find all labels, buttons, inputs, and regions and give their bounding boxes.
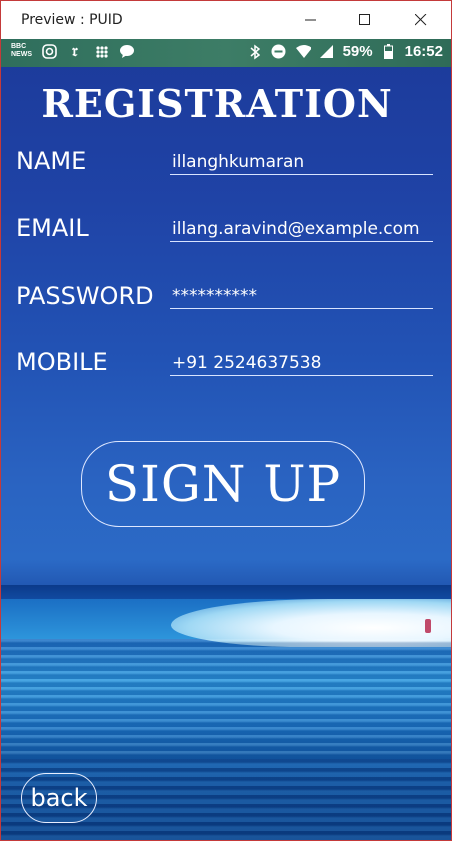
back-button[interactable]: back <box>21 773 97 823</box>
water-texture <box>1 639 451 759</box>
name-field[interactable]: illanghkumaran <box>170 149 433 175</box>
nyt-icon: 𝔯 <box>72 41 78 60</box>
window-title: Preview : PUID <box>21 12 123 28</box>
do-not-disturb-icon <box>271 44 287 60</box>
app-window: Preview : PUID BBC NEWS 𝔯 59% 16:52 REGI… <box>0 0 452 841</box>
bluetooth-icon <box>247 44 263 60</box>
mobile-field[interactable]: +91 2524637538 <box>170 350 433 376</box>
person-figure <box>425 619 431 633</box>
wifi-icon <box>295 44 311 60</box>
bbc-news-icon: BBC NEWS <box>11 43 32 58</box>
maximize-button[interactable] <box>337 1 393 39</box>
battery-icon <box>381 44 397 60</box>
instagram-icon <box>41 43 57 59</box>
maximize-icon <box>359 14 370 25</box>
name-label: NAME <box>16 147 87 175</box>
minimize-button[interactable] <box>283 1 339 39</box>
phone-status-bar: BBC NEWS 𝔯 59% 16:52 <box>1 39 451 67</box>
title-bar: Preview : PUID <box>1 1 451 39</box>
message-icon <box>119 43 135 59</box>
email-label: EMAIL <box>16 214 89 242</box>
password-label: PASSWORD <box>16 282 154 310</box>
app-screen: BBC NEWS 𝔯 59% 16:52 REGISTRATION NAME i… <box>1 39 451 840</box>
close-icon <box>415 14 427 26</box>
page-title: REGISTRATION <box>41 81 393 126</box>
sign-up-button[interactable]: SIGN UP <box>81 441 365 527</box>
mobile-label: MOBILE <box>16 348 108 376</box>
signal-icon <box>319 44 335 60</box>
sea-horizon <box>1 585 451 599</box>
email-field[interactable]: illang.aravind@example.com <box>170 216 433 242</box>
close-button[interactable] <box>393 1 449 39</box>
slack-icon <box>93 43 109 59</box>
battery-percent: 59% <box>342 43 373 60</box>
clock-time: 16:52 <box>404 43 443 60</box>
minimize-icon <box>305 19 316 21</box>
password-field[interactable]: ********** <box>170 283 433 309</box>
